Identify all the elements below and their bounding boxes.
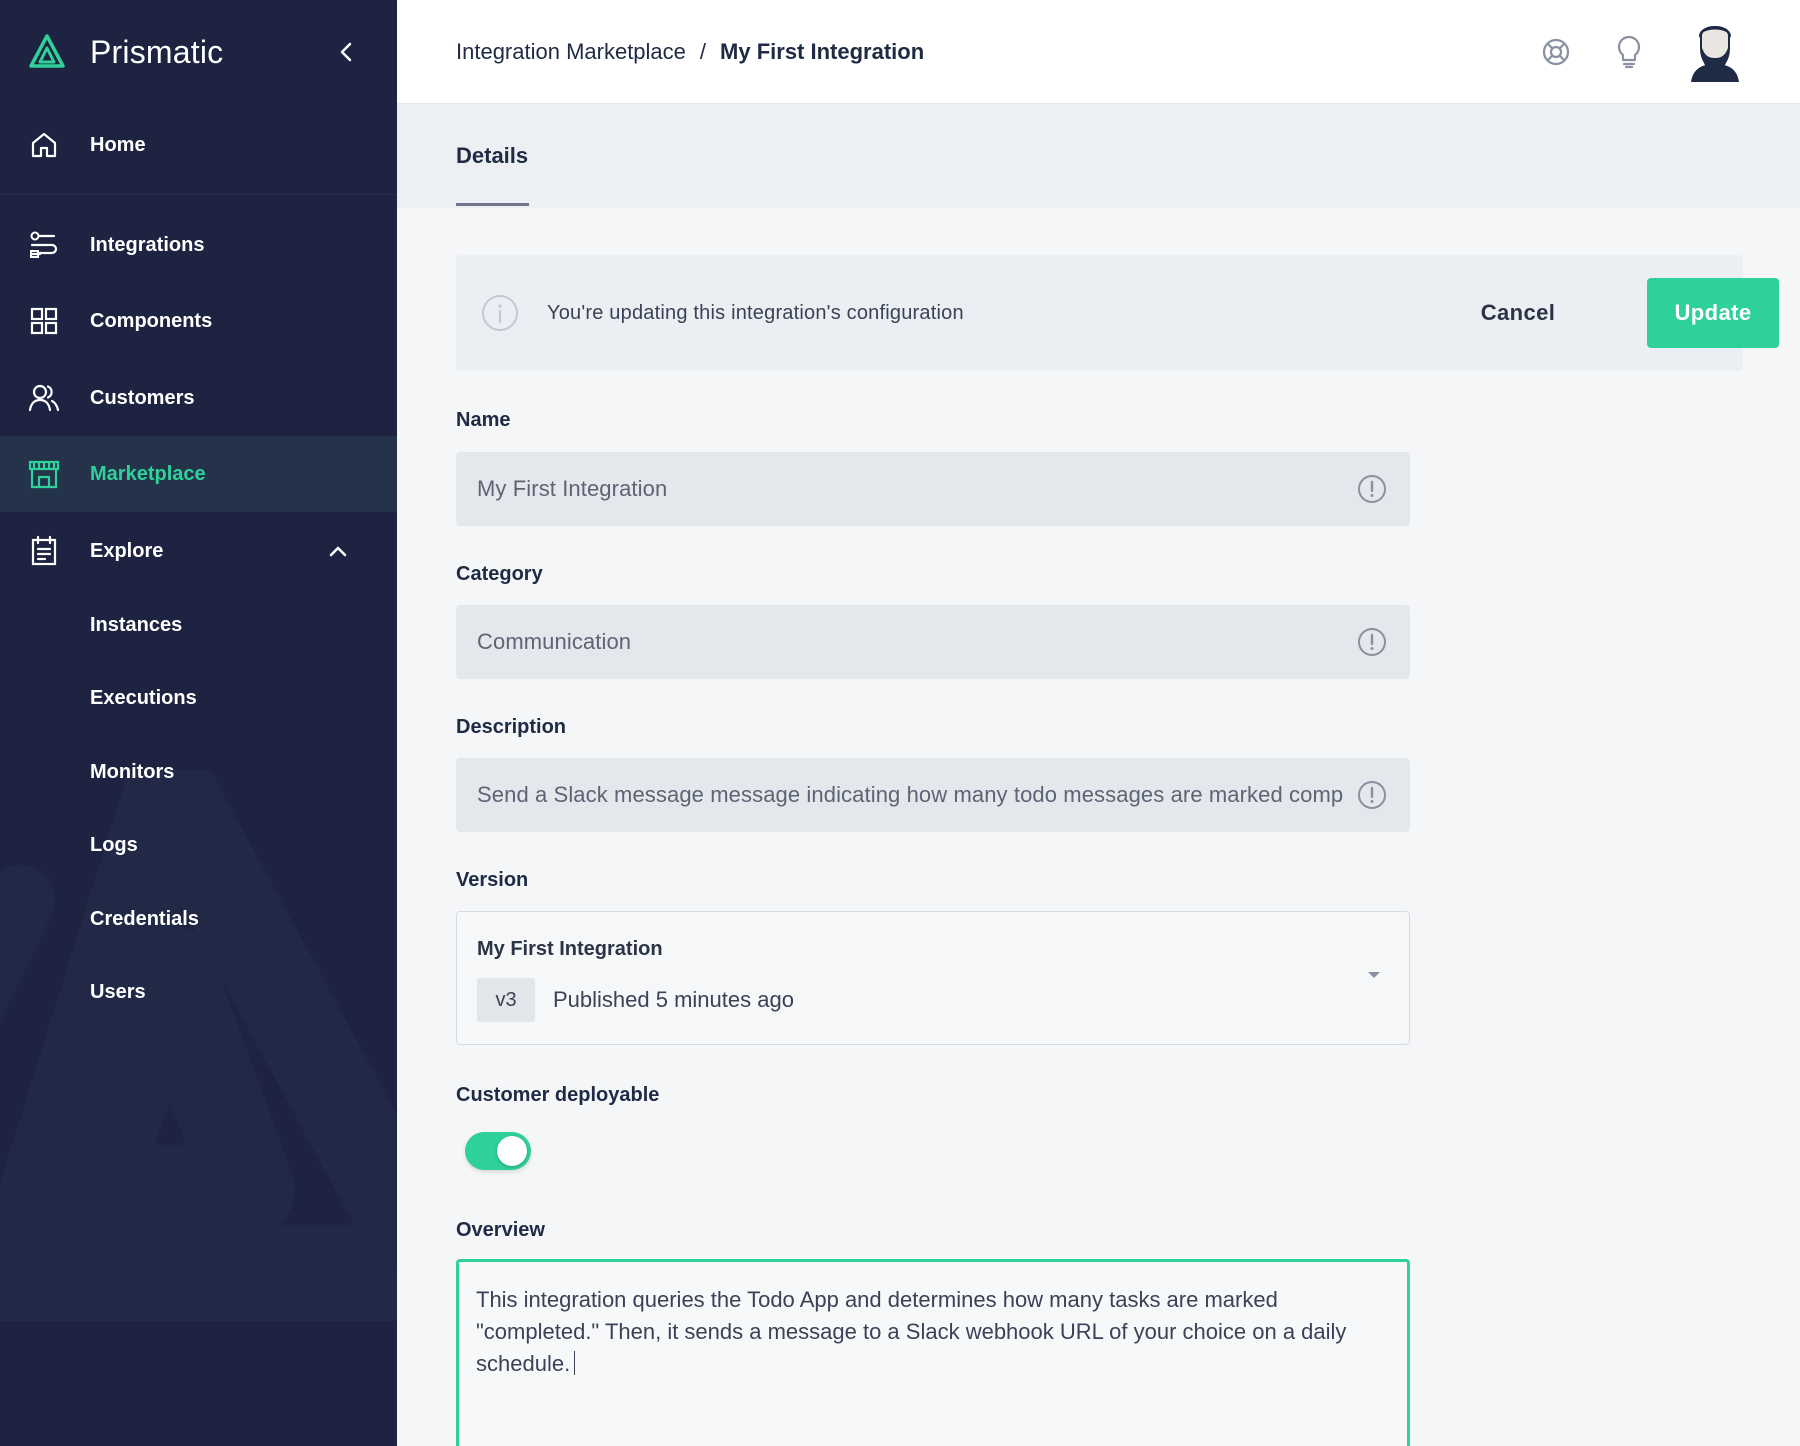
components-grid-icon — [28, 305, 60, 337]
warning-circle-icon — [1358, 628, 1386, 656]
version-select[interactable]: My First Integration v3 Published 5 minu… — [456, 911, 1410, 1045]
version-badge: v3 — [477, 978, 535, 1022]
category-field-value: Communication — [477, 629, 632, 654]
top-header: Integration Marketplace / My First Integ… — [397, 0, 1800, 104]
toggle-knob — [497, 1136, 527, 1166]
name-label: Name — [456, 409, 511, 431]
breadcrumb: Integration Marketplace / My First Integ… — [456, 0, 924, 104]
warning-circle-icon — [1358, 475, 1386, 503]
version-label: Version — [456, 869, 529, 891]
prismatic-logo-icon — [29, 34, 65, 68]
sidebar-subitem-credentials[interactable]: Credentials — [90, 899, 350, 939]
user-avatar[interactable] — [1687, 18, 1743, 84]
name-field-value: My First Integration — [477, 476, 668, 501]
sidebar-item-marketplace[interactable]: Marketplace — [0, 436, 397, 512]
lightbulb-icon[interactable] — [1609, 32, 1649, 72]
sidebar-item-label: Marketplace — [90, 462, 206, 485]
tab-bar: Details — [397, 104, 1800, 208]
overview-text: This integration queries the Todo App an… — [476, 1287, 1347, 1376]
update-banner: You're updating this integration's confi… — [456, 255, 1779, 371]
sidebar-subitem-users[interactable]: Users — [90, 972, 350, 1012]
sidebar-item-components[interactable]: Components — [0, 283, 397, 359]
sidebar: Prismatic Home Integrations Components C… — [0, 0, 397, 1446]
integrations-icon — [28, 229, 60, 261]
active-tab-indicator — [456, 203, 529, 206]
breadcrumb-separator: / — [699, 39, 707, 64]
sidebar-subitem-logs[interactable]: Logs — [90, 825, 350, 865]
breadcrumb-parent-link[interactable]: Integration Marketplace — [456, 39, 686, 65]
home-icon — [28, 129, 60, 161]
marketplace-store-icon — [28, 458, 60, 490]
text-cursor — [574, 1351, 576, 1375]
category-label: Category — [456, 563, 543, 585]
sidebar-subitem-executions[interactable]: Executions — [90, 678, 350, 718]
overview-textarea[interactable]: This integration queries the Todo App an… — [456, 1259, 1410, 1446]
sidebar-item-integrations[interactable]: Integrations — [0, 207, 397, 283]
chevron-left-icon — [340, 42, 352, 62]
support-lifebuoy-icon[interactable] — [1536, 32, 1576, 72]
banner-message: You're updating this integration's confi… — [547, 301, 964, 324]
sidebar-item-explore[interactable]: Explore — [0, 513, 397, 589]
sidebar-footer-band — [0, 1267, 397, 1321]
description-label: Description — [456, 716, 567, 738]
tab-details[interactable]: Details — [456, 104, 528, 208]
brand[interactable]: Prismatic — [28, 30, 223, 74]
sidebar-item-label: Explore — [90, 539, 164, 562]
sidebar-item-label: Integrations — [90, 233, 205, 256]
main-content: You're updating this integration's confi… — [397, 208, 1800, 1446]
overview-label: Overview — [456, 1219, 545, 1241]
category-field[interactable]: Communication — [456, 605, 1410, 679]
explore-clipboard-icon — [28, 535, 60, 567]
cancel-button[interactable]: Cancel — [1448, 278, 1588, 348]
chevron-up-icon[interactable] — [324, 537, 352, 565]
collapse-sidebar-button[interactable] — [330, 36, 362, 68]
sidebar-item-label: Home — [90, 133, 146, 156]
name-field[interactable]: My First Integration — [456, 452, 1410, 526]
sidebar-subitem-monitors[interactable]: Monitors — [90, 752, 350, 792]
sidebar-divider — [0, 194, 397, 195]
breadcrumb-current: My First Integration — [720, 39, 925, 64]
version-published-text: Published 5 minutes ago — [553, 987, 794, 1012]
sidebar-item-customers[interactable]: Customers — [0, 360, 397, 436]
info-icon — [482, 295, 518, 331]
customer-deployable-label: Customer deployable — [456, 1084, 660, 1106]
sidebar-item-label: Components — [90, 309, 213, 332]
sidebar-item-label: Customers — [90, 386, 195, 409]
sidebar-subitem-instances[interactable]: Instances — [90, 605, 350, 645]
update-button[interactable]: Update — [1647, 278, 1779, 348]
warning-circle-icon — [1358, 781, 1386, 809]
customer-deployable-toggle[interactable] — [465, 1132, 531, 1170]
sidebar-item-home[interactable]: Home — [0, 107, 397, 183]
version-title: My First Integration — [477, 938, 663, 960]
customers-icon — [28, 382, 60, 414]
description-field-value: Send a Slack message message indicating … — [477, 782, 1344, 807]
caret-down-icon — [1368, 972, 1380, 978]
description-field[interactable]: Send a Slack message message indicating … — [456, 758, 1410, 832]
brand-name: Prismatic — [90, 33, 224, 70]
